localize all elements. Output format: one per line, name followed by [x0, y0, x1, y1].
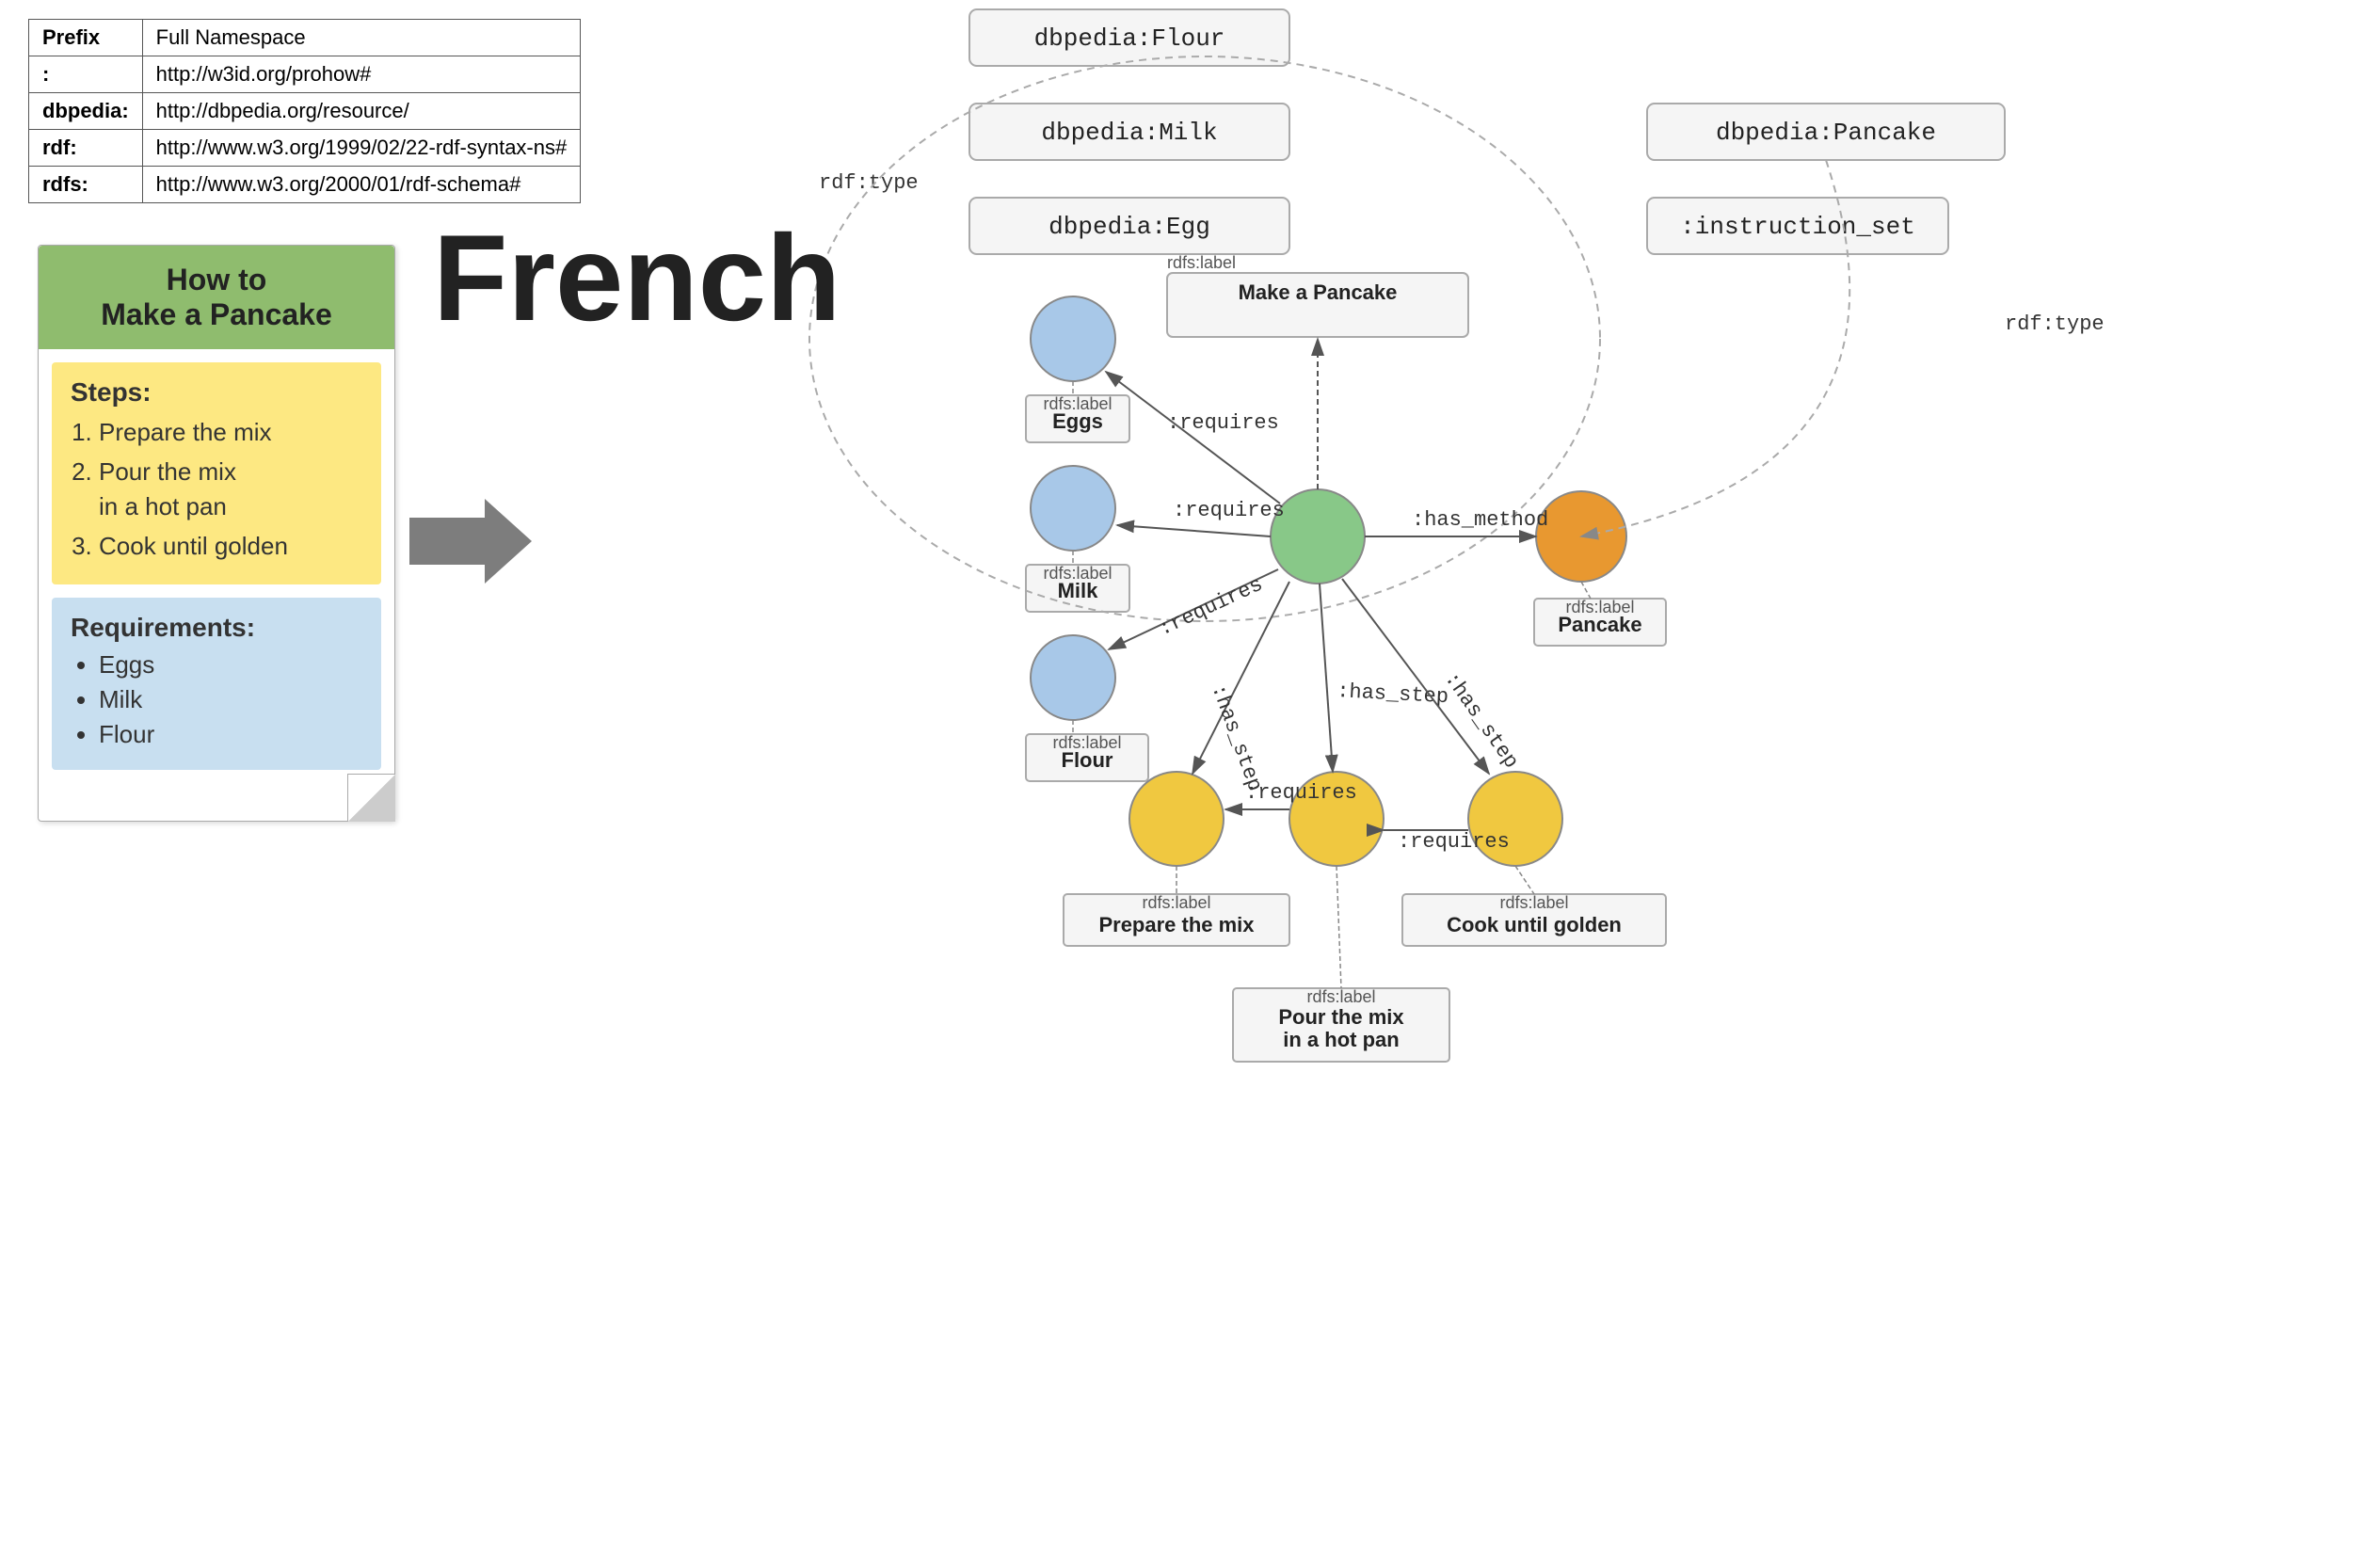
rdfs-label-prepare: rdfs:label [1142, 893, 1210, 912]
ns-dbpedia: http://dbpedia.org/resource/ [142, 93, 581, 130]
recipe-card: How to Make a Pancake Steps: Prepare the… [38, 245, 395, 822]
recipe-steps: Steps: Prepare the mix Pour the mixin a … [52, 362, 381, 584]
rdfs-label-pour: rdfs:label [1306, 987, 1375, 1006]
has-step3-label: :has_step [1439, 668, 1523, 774]
reqs-heading: Requirements: [71, 613, 362, 643]
requires-flour-label: :requires [1155, 572, 1266, 641]
rdfs-label-make-pancake: rdfs:label [1167, 253, 1236, 272]
namespace-table: Prefix Full Namespace : http://w3id.org/… [28, 19, 581, 203]
prepare-label: Prepare the mix [1098, 913, 1255, 936]
requires-step1-label: :requires [1245, 781, 1357, 805]
ns-rdfs: http://www.w3.org/2000/01/rdf-schema# [142, 167, 581, 203]
table-header-namespace: Full Namespace [142, 20, 581, 56]
central-node [1271, 489, 1365, 584]
make-pancake-label-1: Make a Pancake [1239, 280, 1398, 304]
pancake-dashed-line [1581, 582, 1591, 599]
requires-eggs-edge [1106, 372, 1280, 504]
pour-label-2: in a hot pan [1283, 1028, 1399, 1051]
has-step3-edge [1342, 579, 1489, 774]
ns-prohow: http://w3id.org/prohow# [142, 56, 581, 93]
has-step2-edge [1320, 584, 1333, 772]
table-header-prefix: Prefix [29, 20, 143, 56]
requires-milk-label: :requires [1173, 499, 1285, 522]
requires-milk-edge [1117, 525, 1271, 536]
ns-rdf: http://www.w3.org/1999/02/22-rdf-syntax-… [142, 130, 581, 167]
cook-dashed-line [1515, 866, 1534, 894]
pancake-label: Pancake [1558, 613, 1641, 636]
pour-dashed-line [1337, 866, 1341, 988]
step-3: Cook until golden [99, 529, 362, 563]
recipe-requirements: Requirements: Eggs Milk Flour [52, 598, 381, 770]
steps-heading: Steps: [71, 377, 362, 408]
requires-eggs-label: :requires [1167, 411, 1279, 435]
rdf-type-label-1: rdf:type [819, 171, 919, 195]
rdf-type-label-2: rdf:type [2005, 312, 2105, 336]
prefix-rdf: rdf: [29, 130, 143, 167]
prefix-colon: : [29, 56, 143, 93]
egg-top-label: dbpedia:Egg [1048, 213, 1210, 241]
has-method-label: :has_method [1412, 508, 1548, 532]
requires-step3-label: :requires [1398, 830, 1510, 854]
milk-circle [1031, 466, 1115, 551]
has-step2-label: :has_step [1337, 680, 1449, 709]
flour-top-label: dbpedia:Flour [1034, 24, 1225, 53]
step1-node [1129, 772, 1224, 866]
cook-label: Cook until golden [1447, 913, 1622, 936]
rdfs-label-cook: rdfs:label [1499, 893, 1568, 912]
instruction-set-label: :instruction_set [1680, 213, 1915, 241]
req-eggs: Eggs [99, 650, 362, 680]
pour-label-1: Pour the mix [1278, 1005, 1404, 1029]
step-2: Pour the mixin a hot pan [99, 455, 362, 523]
req-milk: Milk [99, 685, 362, 714]
prefix-rdfs: rdfs: [29, 167, 143, 203]
req-flour: Flour [99, 720, 362, 749]
has-step1-label: :has_step [1206, 681, 1266, 794]
milk-top-label: dbpedia:Milk [1041, 119, 1217, 147]
french-heading: French [433, 207, 840, 348]
flour-circle [1031, 635, 1115, 720]
milk-label: Milk [1058, 579, 1099, 602]
prefix-dbpedia: dbpedia: [29, 93, 143, 130]
right-arrow [409, 499, 532, 584]
eggs-label: Eggs [1052, 409, 1103, 433]
step-1: Prepare the mix [99, 415, 362, 449]
eggs-circle [1031, 296, 1115, 381]
pancake-top-label: dbpedia:Pancake [1716, 119, 1936, 147]
recipe-title: How to Make a Pancake [39, 246, 394, 349]
flour-label: Flour [1062, 748, 1113, 772]
